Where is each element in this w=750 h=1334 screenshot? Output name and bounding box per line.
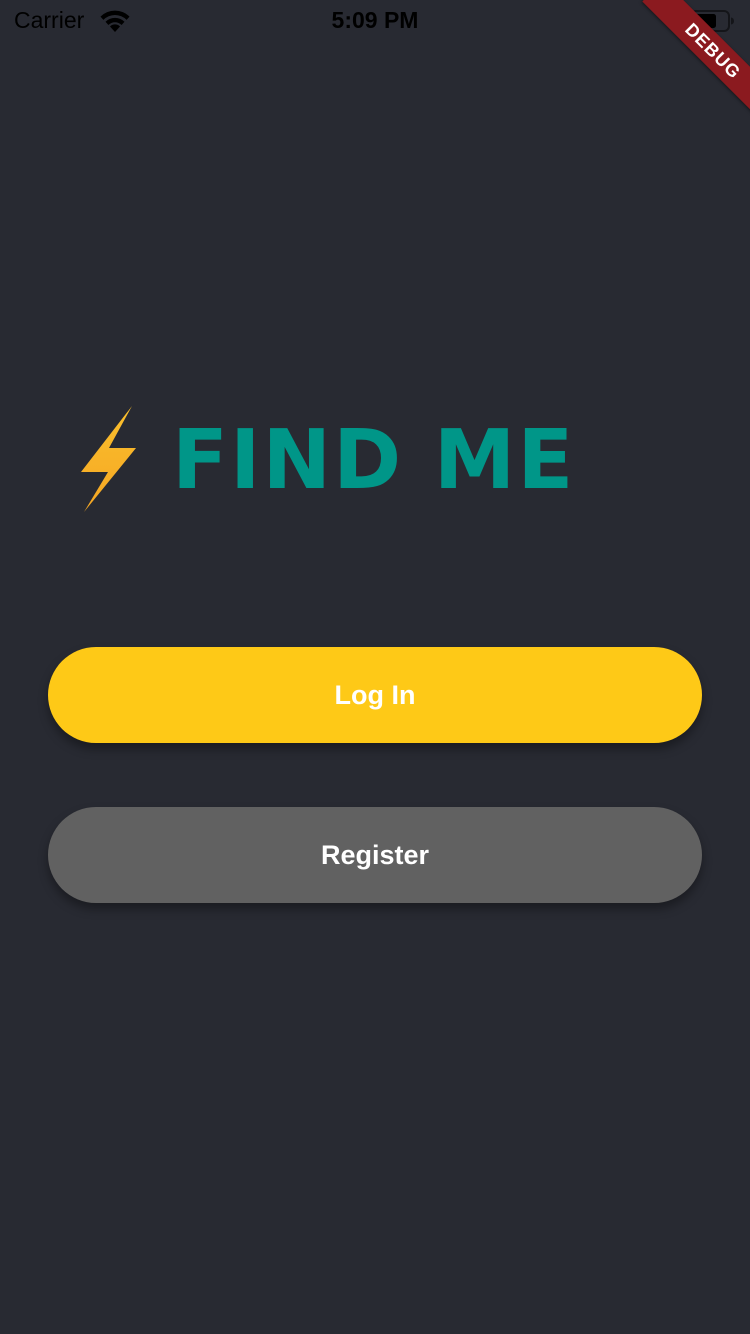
register-button[interactable]: Register — [48, 807, 702, 903]
debug-banner: DEBUG — [630, 0, 750, 120]
lightning-bolt-icon — [78, 404, 138, 514]
app-logo: FIND ME — [78, 404, 578, 516]
debug-banner-label: DEBUG — [642, 0, 750, 120]
login-button[interactable]: Log In — [48, 647, 702, 743]
app-title: FIND ME — [172, 413, 576, 508]
